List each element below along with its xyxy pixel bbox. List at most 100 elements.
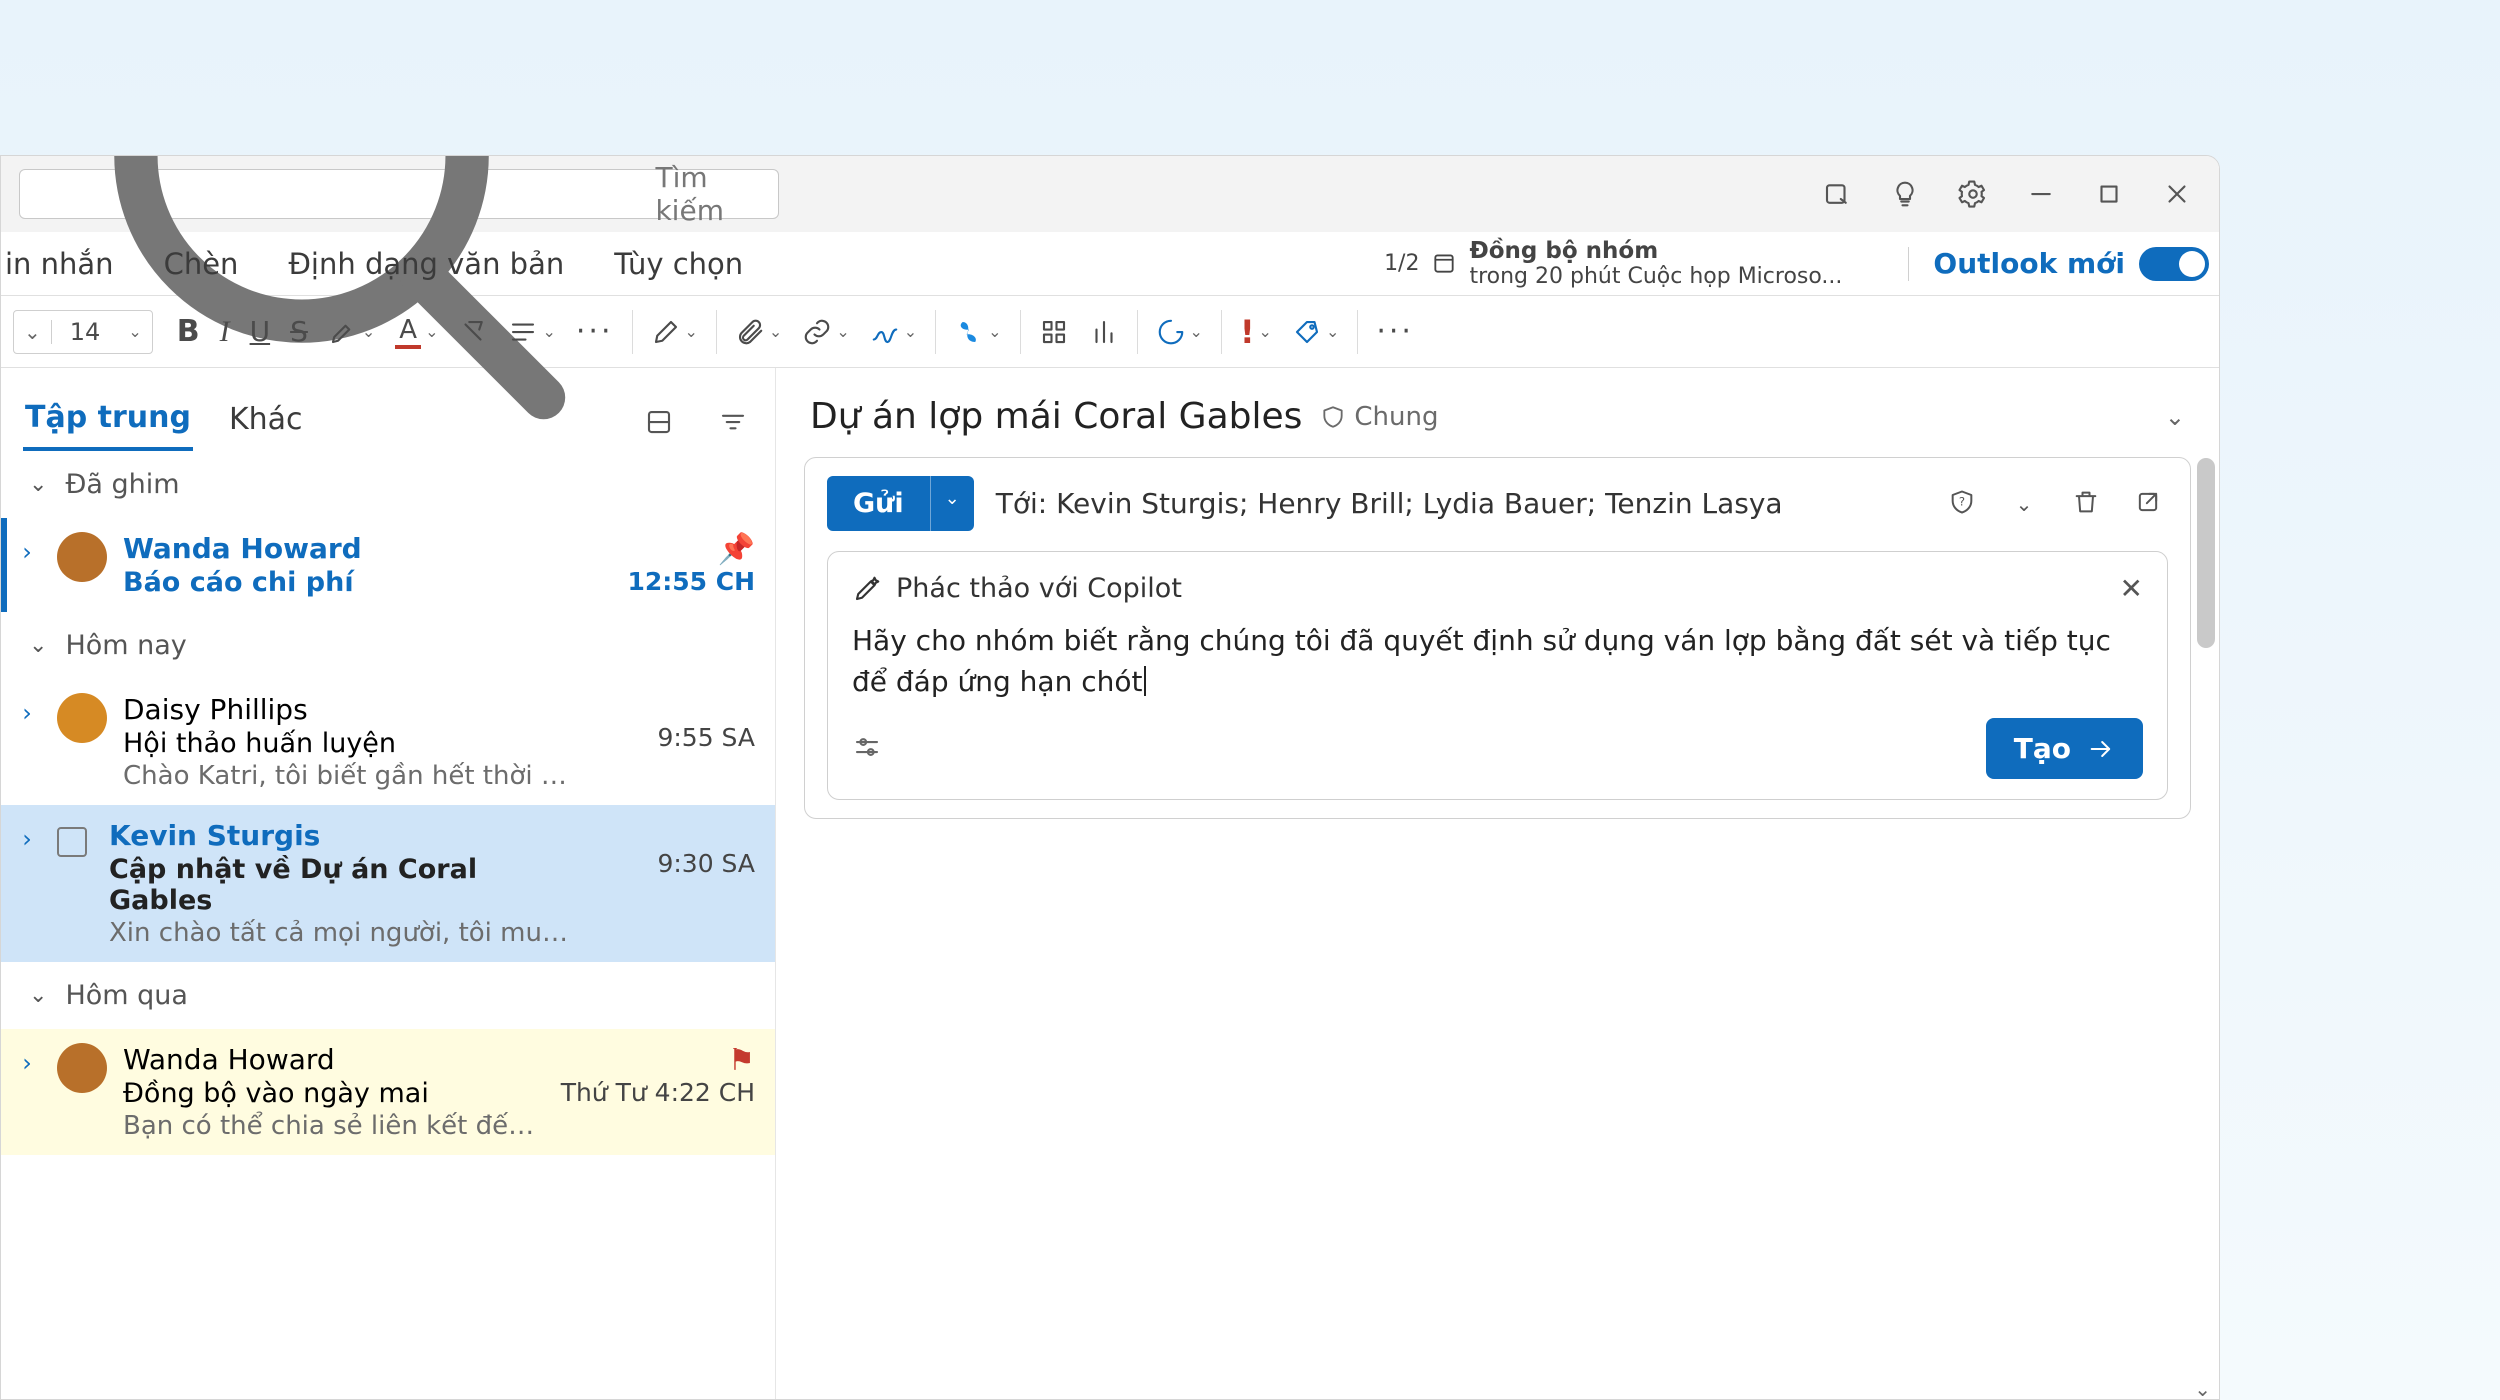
generate-button[interactable]: Tạo [1986, 718, 2143, 779]
strikethrough-button[interactable]: S [280, 306, 318, 358]
maximize-button[interactable] [2085, 170, 2133, 218]
loop-button[interactable]: ⌄ [1146, 306, 1213, 358]
chevron-down-icon: ⌄ [29, 983, 47, 1008]
flag-icon[interactable]: ⚑ [561, 1043, 755, 1078]
importance-high-button[interactable]: !⌄ [1230, 306, 1282, 358]
signature-button[interactable]: ⌄ [860, 306, 927, 358]
shield-icon [1320, 404, 1346, 430]
paragraph-button[interactable]: ⌄ [498, 306, 565, 358]
svg-text:?: ? [1959, 494, 1965, 508]
filter-icon[interactable] [713, 402, 753, 442]
layout-icon[interactable] [639, 402, 679, 442]
clear-format-button[interactable] [448, 306, 498, 358]
encryption-icon[interactable]: ? [1942, 488, 1982, 520]
adjust-icon[interactable] [852, 732, 882, 766]
expand-icon[interactable]: › [13, 532, 41, 566]
styles-button[interactable]: ⌄ [641, 306, 708, 358]
poll-button[interactable] [1079, 306, 1129, 358]
outlook-window: Tìm kiếm in nhắn Chèn Định dạng văn bản … [0, 155, 2220, 1400]
select-checkbox[interactable] [57, 827, 87, 857]
arrow-right-icon [2087, 735, 2115, 763]
settings-icon[interactable] [1949, 170, 1997, 218]
minimize-button[interactable] [2017, 170, 2065, 218]
discard-icon[interactable] [2066, 488, 2106, 520]
new-outlook-label: Outlook mới [1933, 247, 2125, 280]
scrollbar[interactable] [2197, 458, 2215, 1389]
calendar-icon [1431, 250, 1457, 276]
group-label: Hôm qua [65, 980, 188, 1011]
sync-count: 1/2 [1384, 251, 1419, 276]
scrollbar-thumb[interactable] [2197, 458, 2215, 648]
highlight-button[interactable]: ⌄ [318, 306, 385, 358]
ribbon-tab-insert[interactable]: Chèn [160, 241, 243, 287]
chevron-down-icon[interactable]: ⌄ [2004, 492, 2044, 516]
send-split-button[interactable]: Gửi ⌄ [827, 476, 974, 531]
close-button[interactable] [2153, 170, 2201, 218]
ribbon-tab-row: in nhắn Chèn Định dạng văn bản Tùy chọn … [1, 232, 2219, 296]
search-box[interactable]: Tìm kiếm [19, 169, 779, 219]
group-label: Đã ghim [65, 469, 179, 500]
sparkle-pen-icon [852, 574, 882, 604]
copilot-ribbon-button[interactable]: ⌄ [944, 306, 1011, 358]
send-options-button[interactable]: ⌄ [930, 476, 974, 531]
tab-other[interactable]: Khác [227, 394, 305, 449]
compose-card: Gửi ⌄ Tới: Kevin Sturgis; Henry Brill; L… [804, 457, 2191, 819]
tips-icon[interactable] [1881, 170, 1929, 218]
ribbon-overflow-2[interactable]: ··· [1366, 306, 1424, 358]
copilot-prompt-text[interactable]: Hãy cho nhóm biết rằng chúng tôi đã quyế… [852, 621, 2143, 702]
ribbon-tab-message[interactable]: in nhắn [1, 241, 118, 287]
sensitivity-label: Chung [1354, 402, 1438, 432]
sync-status[interactable]: 1/2 Đồng bộ nhóm trong 20 phút Cuộc họp … [1384, 238, 1842, 290]
group-today[interactable]: ⌄Hôm nay [1, 612, 775, 679]
group-yesterday[interactable]: ⌄ Hôm qua [1, 962, 775, 1029]
coming-soon-icon[interactable] [1813, 170, 1861, 218]
avatar [57, 532, 107, 582]
chevron-down-icon[interactable]: ⌄ [2165, 403, 2185, 431]
sync-line2: trong 20 phút Cuộc họp Microso... [1469, 264, 1842, 289]
ribbon-overflow-1[interactable]: ··· [566, 306, 624, 358]
pin-icon[interactable]: 📌 [595, 532, 755, 567]
message-sender: Kevin Sturgis [109, 819, 579, 852]
bold-button[interactable]: B [167, 306, 210, 358]
link-button[interactable]: ⌄ [792, 306, 859, 358]
to-label: Tới: [996, 487, 1047, 520]
font-color-button[interactable]: A⌄ [385, 306, 448, 358]
expand-icon[interactable]: › [13, 819, 41, 853]
group-pinned[interactable]: ⌄ Đã ghim [1, 451, 775, 518]
subject-row: Dự án lợp mái Coral Gables Chung ⌄ [804, 384, 2191, 457]
message-subject: Cập nhật về Dự án Coral Gables [109, 854, 579, 916]
message-item-selected[interactable]: › Kevin Sturgis Cập nhật về Dự án Coral … [1, 805, 775, 962]
expand-icon[interactable]: › [13, 1043, 41, 1077]
message-time: 9:30 SA [595, 849, 755, 878]
tags-button[interactable]: ⌄ [1282, 306, 1349, 358]
expand-icon[interactable]: › [13, 693, 41, 727]
ribbon-tab-options[interactable]: Tùy chọn [610, 241, 747, 287]
reading-pane: Dự án lợp mái Coral Gables Chung ⌄ Gửi ⌄… [776, 368, 2219, 1399]
message-list-pane: Tập trung Khác ⌄ Đã ghim › Wanda Howard B… [1, 368, 776, 1399]
attach-button[interactable]: ⌄ [725, 306, 792, 358]
chevron-down-icon[interactable]: ⌄ [118, 322, 151, 341]
message-item-pinned[interactable]: › Wanda Howard Báo cáo chi phí 📌 12:55 C… [1, 518, 775, 612]
group-label: Hôm nay [65, 630, 186, 661]
apps-button[interactable] [1029, 306, 1079, 358]
chevron-down-icon[interactable]: ⌄ [14, 320, 52, 344]
italic-button[interactable]: I [210, 306, 240, 358]
message-list-header: Tập trung Khác [1, 380, 775, 451]
popout-icon[interactable] [2128, 488, 2168, 520]
sensitivity-chip[interactable]: Chung [1320, 402, 1438, 432]
chevron-down-icon: ⌄ [29, 472, 47, 497]
send-button[interactable]: Gửi [827, 476, 930, 531]
tab-focused[interactable]: Tập trung [23, 392, 193, 451]
content-area: Tập trung Khác ⌄ Đã ghim › Wanda Howard B… [1, 368, 2219, 1399]
message-item-flagged[interactable]: › Wanda Howard Đồng bộ vào ngày mai Bạn … [1, 1029, 775, 1155]
to-recipients[interactable]: Kevin Sturgis; Henry Brill; Lydia Bauer;… [1056, 487, 1783, 520]
message-preview: Bạn có thể chia sẻ liên kết đến bộ phận … [123, 1111, 545, 1141]
close-icon[interactable]: ✕ [2120, 572, 2143, 605]
message-item[interactable]: › Daisy Phillips Hội thảo huấn luyện Chà… [1, 679, 775, 805]
ribbon-tab-format[interactable]: Định dạng văn bản [284, 241, 568, 287]
new-outlook-toggle[interactable] [2139, 247, 2209, 281]
underline-button[interactable]: U [240, 306, 281, 358]
email-subject: Dự án lợp mái Coral Gables [810, 396, 1302, 437]
font-size-picker[interactable]: ⌄ 14 ⌄ [13, 310, 153, 354]
copilot-draft-panel: Phác thảo với Copilot ✕ Hãy cho nhóm biế… [827, 551, 2168, 800]
